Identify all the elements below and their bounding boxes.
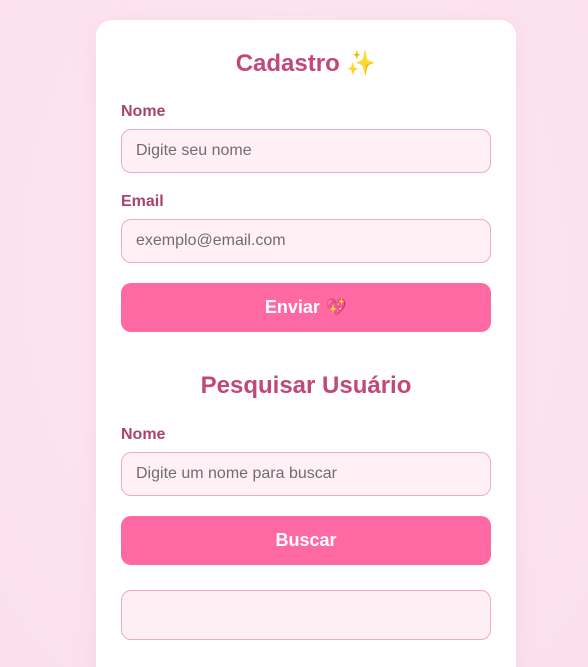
search-button[interactable]: Buscar [121,516,491,565]
form-card: Cadastro ✨ Nome Email Enviar 💖 Pesquisar… [96,20,516,667]
email-input[interactable] [121,219,491,263]
search-input[interactable] [121,452,491,496]
name-label: Nome [121,103,166,120]
sparkles-icon: ✨ [346,50,377,77]
sparkling-heart-icon: 💖 [325,297,348,317]
cadastro-title-text: Cadastro [235,50,340,77]
submit-button[interactable]: Enviar 💖 [121,283,491,332]
search-name-label: Nome [121,426,166,443]
search-result-box [121,590,491,640]
name-input[interactable] [121,129,491,173]
search-button-label: Buscar [275,530,337,550]
submit-button-label: Enviar [264,297,320,317]
email-label: Email [121,193,164,210]
cadastro-title: Cadastro ✨ [96,49,516,79]
search-title: Pesquisar Usuário [200,372,412,399]
